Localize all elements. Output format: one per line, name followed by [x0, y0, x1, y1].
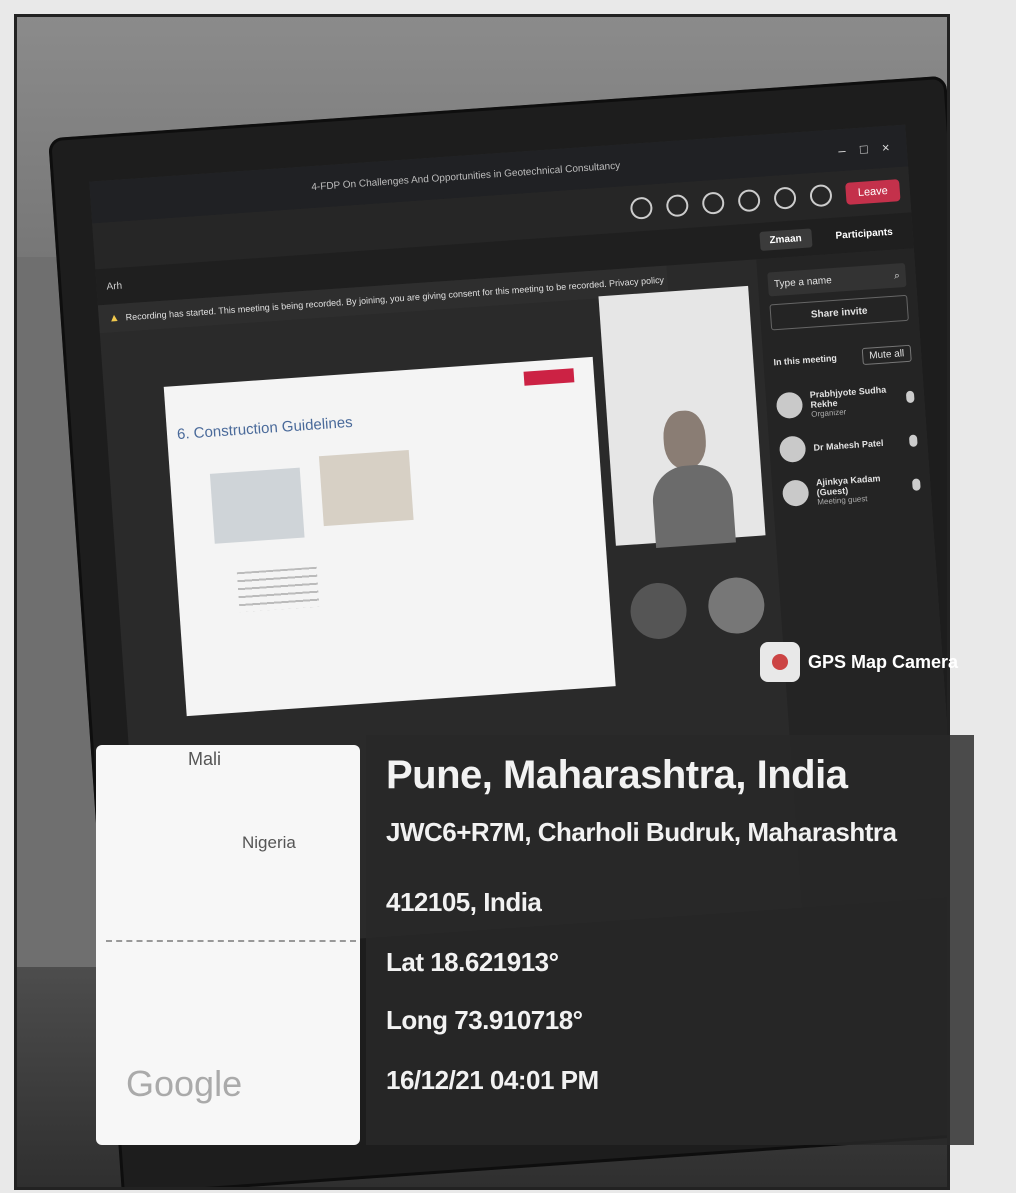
participant-name: Dr Mahesh Patel — [813, 437, 884, 453]
gps-address-line-1: JWC6+R7M, Charholi Budruk, Maharashtra — [386, 817, 897, 847]
leave-button[interactable]: Leave — [845, 179, 901, 205]
warning-icon: ▲ — [108, 311, 121, 325]
mic-toggle-icon[interactable] — [706, 575, 767, 636]
tab-chat[interactable]: Zmaan — [758, 227, 813, 251]
map-thumbnail: Mali Nigeria Google — [96, 745, 360, 1145]
avatar — [781, 479, 810, 507]
tab-participants[interactable]: Participants — [825, 222, 903, 246]
gps-longitude: Long 73.910718° — [386, 1005, 583, 1035]
chat-icon[interactable] — [665, 193, 690, 218]
avatar — [778, 435, 807, 464]
close-button[interactable]: × — [874, 139, 897, 155]
google-logo: Google — [126, 1063, 243, 1104]
map-label-nigeria: Nigeria — [242, 833, 296, 852]
subbar-left-text: Arh — [106, 280, 123, 293]
avatar — [775, 391, 804, 420]
raise-hand-icon[interactable] — [701, 191, 725, 215]
camera-icon[interactable] — [773, 186, 797, 210]
mute-all-button[interactable]: Mute all — [861, 344, 912, 365]
slide-text-block — [236, 566, 320, 613]
camera-app-icon — [760, 642, 800, 682]
in-meeting-label: In this meeting — [773, 352, 838, 368]
shared-slide: 6. Construction Guidelines — [163, 356, 616, 717]
search-icon: ⌕ — [893, 269, 901, 282]
gps-info-panel: Pune, Maharashtra, India JWC6+R7M, Charh… — [366, 735, 974, 1145]
participant-search-input[interactable]: Type a name ⌕ — [767, 262, 907, 297]
slide-image — [209, 467, 305, 544]
search-placeholder: Type a name — [773, 274, 833, 290]
gps-app-label: GPS Map Camera — [808, 651, 959, 672]
mic-icon[interactable] — [809, 183, 833, 208]
minimize-button[interactable]: – — [830, 142, 853, 158]
mic-icon — [905, 390, 915, 404]
slide-image — [318, 449, 414, 527]
slide-logo — [523, 368, 575, 386]
map-label-mali: Mali — [188, 749, 222, 769]
share-invite-button[interactable]: Share invite — [769, 294, 909, 331]
video-controls — [628, 575, 767, 641]
person-body — [650, 462, 736, 548]
gps-datetime: 16/12/21 04:01 PM — [386, 1065, 599, 1095]
gps-app-badge: GPS Map Camera — [760, 642, 958, 682]
mic-icon — [911, 478, 921, 491]
gps-city: Pune, Maharashtra, India — [386, 753, 848, 797]
camera-toggle-icon[interactable] — [628, 581, 689, 641]
map-border-line — [106, 940, 356, 942]
mic-icon — [908, 434, 918, 448]
gps-latitude: Lat 18.621913° — [386, 947, 559, 977]
participants-icon[interactable] — [629, 196, 654, 220]
maximize-button[interactable]: □ — [852, 140, 875, 157]
more-icon[interactable] — [737, 188, 761, 213]
gps-address-line-2: 412105, India — [386, 887, 542, 917]
participant-video[interactable] — [598, 285, 766, 548]
person-head — [661, 409, 708, 471]
slide-title: 6. Construction Guidelines — [176, 413, 354, 444]
